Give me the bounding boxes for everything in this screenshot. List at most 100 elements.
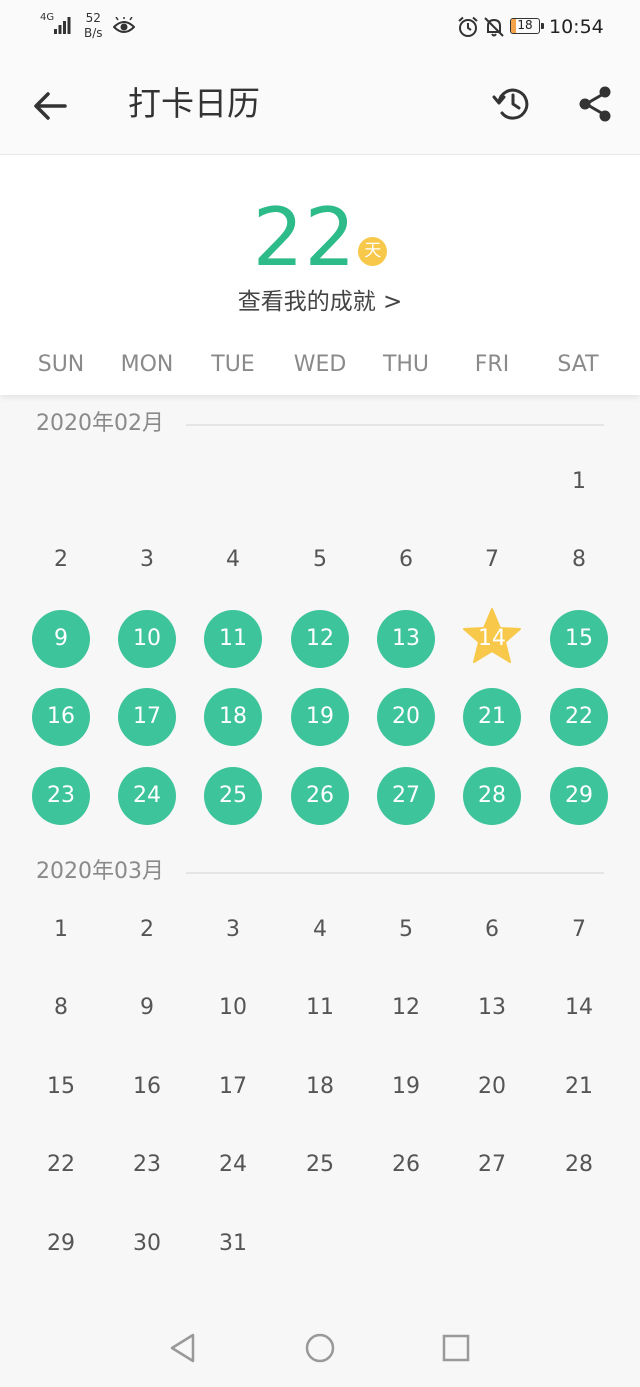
- clock: 10:54: [549, 16, 604, 38]
- calendar-day[interactable]: 25: [291, 1136, 349, 1194]
- network-type: 4G: [40, 12, 55, 23]
- calendar-day-checked[interactable]: 17: [118, 688, 176, 747]
- calendar-day-checked[interactable]: 13: [377, 609, 435, 668]
- month-divider: [186, 872, 604, 874]
- calendar-day[interactable]: 23: [118, 1136, 176, 1194]
- calendar-day-checked[interactable]: 23: [32, 766, 90, 825]
- calendar-day-checked[interactable]: 22: [550, 688, 608, 747]
- calendar-day[interactable]: 2: [118, 901, 176, 959]
- calendar-day-checked[interactable]: 19: [291, 688, 349, 747]
- streak-counter: 22 天: [0, 193, 640, 283]
- calendar-day-star[interactable]: 14: [463, 607, 521, 668]
- calendar-day-checked[interactable]: 11: [204, 609, 262, 668]
- calendar-day[interactable]: 16: [118, 1058, 176, 1116]
- calendar-day[interactable]: 4: [291, 901, 349, 959]
- calendar-day[interactable]: 30: [118, 1215, 176, 1273]
- calendar-day[interactable]: 4: [204, 531, 262, 589]
- calendar-day[interactable]: 1: [550, 453, 608, 511]
- month-header: 2020年02月: [0, 404, 640, 444]
- mute-icon: [484, 17, 504, 37]
- calendar-day[interactable]: 8: [32, 979, 90, 1037]
- month-divider: [186, 424, 604, 426]
- calendar-day-checked[interactable]: 10: [118, 609, 176, 668]
- signal-icon: [54, 17, 71, 34]
- calendar-day-checked[interactable]: 29: [550, 766, 608, 825]
- back-arrow-icon[interactable]: [28, 84, 72, 128]
- calendar-day[interactable]: 12: [377, 979, 435, 1037]
- calendar-day[interactable]: 7: [550, 901, 608, 959]
- streak-days: 22: [252, 191, 357, 284]
- calendar-day-checked[interactable]: 26: [291, 766, 349, 825]
- month-label: 2020年02月: [36, 411, 164, 436]
- calendar-day[interactable]: 27: [463, 1136, 521, 1194]
- calendar-day[interactable]: 13: [463, 979, 521, 1037]
- system-nav-bar: [0, 1310, 640, 1387]
- recents-square-icon[interactable]: [434, 1326, 478, 1370]
- calendar-day-checked[interactable]: 16: [32, 688, 90, 747]
- calendar-day-checked[interactable]: 18: [204, 688, 262, 747]
- calendar-day-checked[interactable]: 21: [463, 688, 521, 747]
- back-triangle-icon[interactable]: [161, 1326, 205, 1370]
- calendar-day[interactable]: 17: [204, 1058, 262, 1116]
- page-title: 打卡日历: [128, 84, 260, 123]
- calendar-day[interactable]: 26: [377, 1136, 435, 1194]
- eye-icon: [113, 17, 135, 33]
- weekday-sun: SUN: [37, 352, 85, 377]
- calendar-day-checked[interactable]: 27: [377, 766, 435, 825]
- calendar-day[interactable]: 22: [32, 1136, 90, 1194]
- calendar-day[interactable]: 3: [118, 531, 176, 589]
- weekday-header: SUN MON TUE WED THU FRI SAT: [0, 347, 640, 383]
- calendar-day[interactable]: 18: [291, 1058, 349, 1116]
- calendar-day[interactable]: 6: [377, 531, 435, 589]
- battery-icon: 18: [510, 18, 546, 36]
- streak-unit-badge: 天: [358, 237, 388, 266]
- calendar-day[interactable]: 7: [463, 531, 521, 589]
- calendar-day[interactable]: 1: [32, 901, 90, 959]
- calendar-day-checked[interactable]: 15: [550, 609, 608, 668]
- net-speed: 52 B/s: [84, 11, 103, 41]
- weekday-thu: THU: [382, 352, 430, 377]
- month-header: 2020年03月: [0, 852, 640, 892]
- history-icon[interactable]: [490, 82, 534, 126]
- calendar-day[interactable]: 14: [550, 979, 608, 1037]
- calendar-day[interactable]: 19: [377, 1058, 435, 1116]
- net-speed-value: 52: [85, 11, 101, 25]
- calendar-day[interactable]: 21: [550, 1058, 608, 1116]
- calendar-day[interactable]: 2: [32, 531, 90, 589]
- weekday-wed: WED: [293, 352, 347, 377]
- calendar-day[interactable]: 15: [32, 1058, 90, 1116]
- calendar-day-checked[interactable]: 20: [377, 688, 435, 747]
- calendar-day[interactable]: 10: [204, 979, 262, 1037]
- calendar-day[interactable]: 11: [291, 979, 349, 1037]
- month-label: 2020年03月: [36, 859, 164, 884]
- calendar-day[interactable]: 24: [204, 1136, 262, 1194]
- calendar-day[interactable]: 3: [204, 901, 262, 959]
- calendar-day[interactable]: 20: [463, 1058, 521, 1116]
- net-speed-unit: B/s: [84, 26, 103, 40]
- calendar-day[interactable]: 5: [291, 531, 349, 589]
- alarm-icon: [458, 16, 478, 37]
- calendar-day-checked[interactable]: 24: [118, 766, 176, 825]
- weekday-mon: MON: [120, 352, 174, 377]
- calendar-day[interactable]: 31: [204, 1215, 262, 1273]
- weekday-tue: TUE: [211, 352, 255, 377]
- battery-level: 18: [517, 18, 533, 32]
- weekday-fri: FRI: [474, 352, 510, 377]
- calendar-day-checked[interactable]: 28: [463, 766, 521, 825]
- calendar-day[interactable]: 6: [463, 901, 521, 959]
- calendar-day[interactable]: 9: [118, 979, 176, 1037]
- calendar-day[interactable]: 28: [550, 1136, 608, 1194]
- home-circle-icon[interactable]: [298, 1326, 342, 1370]
- calendar-day-checked[interactable]: 12: [291, 609, 349, 668]
- weekday-sat: SAT: [557, 352, 599, 377]
- app-bar: 打卡日历: [0, 56, 640, 155]
- calendar-day[interactable]: 5: [377, 901, 435, 959]
- calendar-day-checked[interactable]: 25: [204, 766, 262, 825]
- calendar-day-checked[interactable]: 9: [32, 609, 90, 668]
- streak-card: 22 天 查看我的成就 > SUN MON TUE WED THU FRI SAT: [0, 155, 640, 395]
- view-achievements-link[interactable]: 查看我的成就 >: [0, 287, 640, 317]
- status-bar: 4G 52 B/s 18 10:54: [0, 0, 640, 56]
- share-icon[interactable]: [574, 82, 618, 126]
- calendar-day[interactable]: 29: [32, 1215, 90, 1273]
- calendar-day[interactable]: 8: [550, 531, 608, 589]
